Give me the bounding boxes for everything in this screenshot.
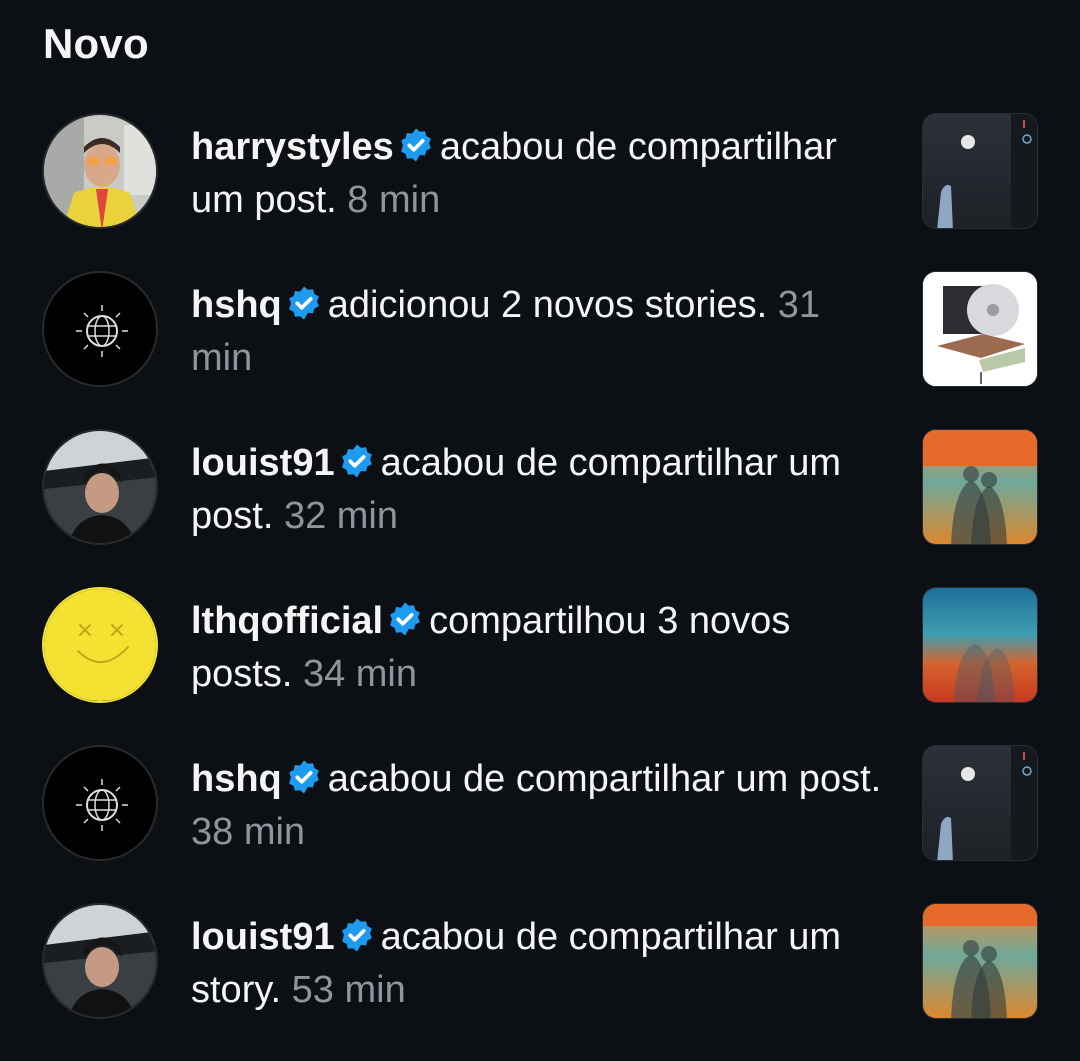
- notification-action: acabou de compartilhar um post.: [327, 758, 882, 800]
- section-title: Novo: [43, 20, 149, 67]
- username[interactable]: hshq: [191, 758, 282, 800]
- timestamp: 32 min: [283, 495, 399, 537]
- post-thumbnail[interactable]: [922, 113, 1038, 229]
- verified-badge-icon: [341, 444, 372, 478]
- notification-row[interactable]: louist91 acabou de compartilhar um post. …: [0, 429, 1080, 587]
- verified-badge-icon: [288, 760, 319, 794]
- notification-row[interactable]: hshq acabou de compartilhar um post. 38 m…: [0, 745, 1080, 903]
- avatar[interactable]: [42, 903, 158, 1019]
- notification-text: harrystyles acabou de compartilhar um pos…: [191, 121, 891, 227]
- verified-badge-icon: [400, 128, 431, 162]
- avatar[interactable]: [42, 429, 158, 545]
- username[interactable]: hshq: [191, 284, 282, 326]
- username[interactable]: louist91: [191, 916, 335, 958]
- avatar[interactable]: [42, 587, 158, 703]
- notification-text: louist91 acabou de compartilhar um post. …: [191, 437, 891, 543]
- avatar[interactable]: [42, 271, 158, 387]
- notification-action: adicionou 2 novos stories.: [327, 284, 768, 326]
- verified-badge-icon: [341, 918, 372, 952]
- avatar[interactable]: [42, 745, 158, 861]
- story-thumbnail[interactable]: [922, 271, 1038, 387]
- notification-row[interactable]: louist91 acabou de compartilhar um story.…: [0, 903, 1080, 1061]
- timestamp: 34 min: [302, 653, 418, 695]
- notification-row[interactable]: lthqofficial compartilhou 3 novos posts. …: [0, 587, 1080, 745]
- notification-row[interactable]: hshq adicionou 2 novos stories. 31 min: [0, 271, 1080, 429]
- timestamp: 38 min: [191, 811, 306, 853]
- username[interactable]: harrystyles: [191, 126, 394, 168]
- notification-text: lthqofficial compartilhou 3 novos posts. …: [191, 595, 891, 701]
- notification-text: hshq adicionou 2 novos stories. 31 min: [191, 279, 891, 385]
- notification-list: harrystyles acabou de compartilhar um pos…: [0, 113, 1080, 1061]
- username[interactable]: lthqofficial: [191, 600, 383, 642]
- avatar[interactable]: [42, 113, 158, 229]
- verified-badge-icon: [288, 286, 319, 320]
- post-thumbnail[interactable]: [922, 429, 1038, 545]
- post-thumbnail[interactable]: [922, 745, 1038, 861]
- story-thumbnail[interactable]: [922, 903, 1038, 1019]
- notification-text: louist91 acabou de compartilhar um story.…: [191, 911, 891, 1017]
- post-thumbnail[interactable]: [922, 587, 1038, 703]
- timestamp: 8 min: [347, 179, 441, 221]
- notification-row[interactable]: harrystyles acabou de compartilhar um pos…: [0, 113, 1080, 271]
- verified-badge-icon: [390, 602, 420, 636]
- timestamp: 53 min: [291, 969, 406, 1011]
- username[interactable]: louist91: [191, 442, 335, 484]
- notification-text: hshq acabou de compartilhar um post. 38 m…: [191, 753, 891, 859]
